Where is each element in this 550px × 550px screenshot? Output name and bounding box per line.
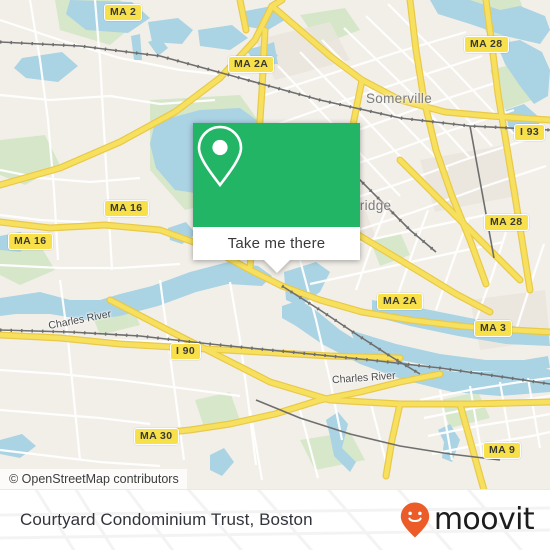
place-name-label: Courtyard Condominium Trust, Boston [20, 510, 313, 529]
map-screenshot: Somerville bridge Charles River Charles … [0, 0, 550, 550]
road-shield-ma-2a-north: MA 2A [228, 56, 275, 73]
road-shield-ma-16-east: MA 16 [104, 200, 149, 217]
road-shield-ma-16-west: MA 16 [8, 233, 53, 250]
popup-action-row[interactable]: Take me there [193, 227, 360, 260]
road-shield-ma-2a-south: MA 2A [377, 293, 424, 310]
moovit-wordmark: moovit [433, 502, 535, 537]
take-me-there-label: Take me there [227, 235, 326, 252]
map-pin-icon [197, 125, 243, 188]
moovit-pin-smile-icon [400, 502, 430, 538]
footer-bar: Courtyard Condominium Trust, Boston moov… [0, 489, 550, 550]
road-shield-ma-2: MA 2 [104, 4, 143, 21]
road-shield-ma-3: MA 3 [474, 320, 513, 337]
road-shield-ma-9: MA 9 [483, 442, 522, 459]
road-shield-i-90: I 90 [170, 343, 202, 360]
road-shield-ma-28-north: MA 28 [464, 36, 509, 53]
map-canvas[interactable]: Somerville bridge Charles River Charles … [0, 0, 550, 490]
road-shield-ma-28-south: MA 28 [484, 214, 529, 231]
road-shield-i-93: I 93 [514, 124, 546, 141]
popup-header [193, 123, 360, 227]
road-shield-ma-30: MA 30 [134, 428, 179, 445]
osm-attribution[interactable]: © OpenStreetMap contributors [0, 469, 187, 490]
popup-pointer [263, 260, 290, 273]
location-popup-card[interactable]: Take me there [193, 123, 360, 273]
moovit-logo[interactable]: moovit [400, 490, 535, 550]
